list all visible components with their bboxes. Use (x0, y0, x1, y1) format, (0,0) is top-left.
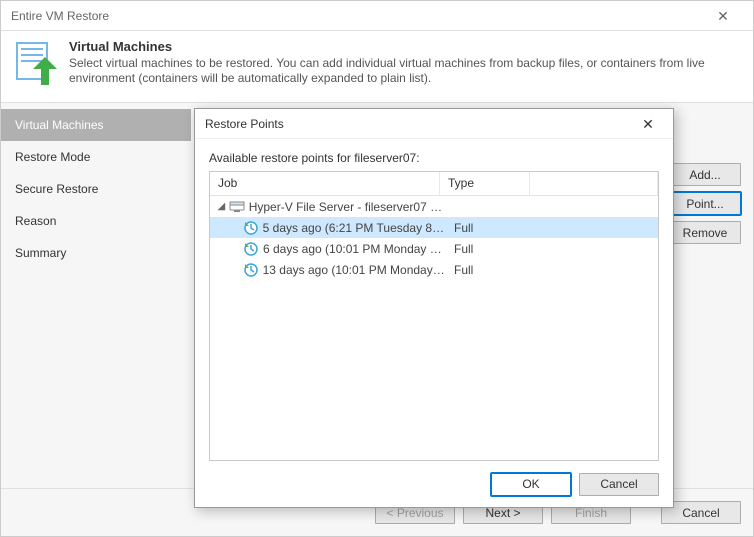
header-desc: Select virtual machines to be restored. … (69, 56, 743, 86)
title-text: Entire VM Restore (11, 1, 109, 31)
restore-points-dialog: Restore Points ✕ Available restore point… (194, 108, 674, 508)
column-spacer (530, 172, 658, 195)
sidebar-item-restore-mode[interactable]: Restore Mode (1, 141, 191, 173)
grid-rows: ◢ Hyper-V File Server - fileserver07 (De… (210, 196, 658, 280)
header-title: Virtual Machines (69, 39, 743, 54)
restore-point-label: 6 days ago (10:01 PM Monday 8/7/2... (263, 242, 446, 256)
sidebar-item-virtual-machines[interactable]: Virtual Machines (1, 109, 191, 141)
title-bar: Entire VM Restore ✕ (1, 1, 753, 31)
column-job[interactable]: Job (210, 172, 440, 195)
restore-point-icon (243, 241, 259, 257)
add-button[interactable]: Add... (669, 163, 741, 186)
header-text: Virtual Machines Select virtual machines… (69, 39, 743, 86)
modal-cancel-button[interactable]: Cancel (579, 473, 659, 496)
modal-subtitle: Available restore points for fileserver0… (209, 151, 659, 165)
restore-point-type: Full (446, 242, 536, 256)
sidebar-item-summary[interactable]: Summary (1, 237, 191, 269)
modal-footer: OK Cancel (195, 461, 673, 507)
right-button-group: Add... Point... Remove (669, 163, 741, 244)
restore-points-grid: Job Type ◢ Hyper- (209, 171, 659, 461)
restore-point-icon (243, 220, 259, 236)
grid-header: Job Type (210, 172, 658, 196)
expander-icon[interactable]: ◢ (216, 201, 227, 212)
job-icon (229, 199, 245, 215)
ok-button[interactable]: OK (491, 473, 571, 496)
sidebar-item-reason[interactable]: Reason (1, 205, 191, 237)
remove-button[interactable]: Remove (669, 221, 741, 244)
restore-point-icon (243, 262, 259, 278)
restore-point-row[interactable]: 13 days ago (10:01 PM Monday 7/31... Ful… (210, 259, 658, 280)
job-label: Hyper-V File Server - fileserver07 (Defa… (249, 200, 446, 214)
restore-point-type: Full (446, 221, 536, 235)
restore-point-label: 13 days ago (10:01 PM Monday 7/31... (263, 263, 446, 277)
job-row[interactable]: ◢ Hyper-V File Server - fileserver07 (De… (210, 196, 658, 217)
vm-restore-icon (11, 39, 59, 87)
header-panel: Virtual Machines Select virtual machines… (1, 31, 753, 103)
close-icon[interactable]: ✕ (703, 1, 743, 31)
modal-title-bar: Restore Points ✕ (195, 109, 673, 139)
modal-title-text: Restore Points (205, 109, 284, 139)
wizard-sidebar: Virtual Machines Restore Mode Secure Res… (1, 103, 191, 488)
restore-point-type: Full (446, 263, 536, 277)
restore-point-label: 5 days ago (6:21 PM Tuesday 8/8/20... (263, 221, 446, 235)
point-button[interactable]: Point... (669, 192, 741, 215)
restore-point-row[interactable]: 6 days ago (10:01 PM Monday 8/7/2... Ful… (210, 238, 658, 259)
sidebar-item-secure-restore[interactable]: Secure Restore (1, 173, 191, 205)
modal-close-icon[interactable]: ✕ (633, 109, 663, 139)
restore-point-row[interactable]: 5 days ago (6:21 PM Tuesday 8/8/20... Fu… (210, 217, 658, 238)
column-type[interactable]: Type (440, 172, 530, 195)
